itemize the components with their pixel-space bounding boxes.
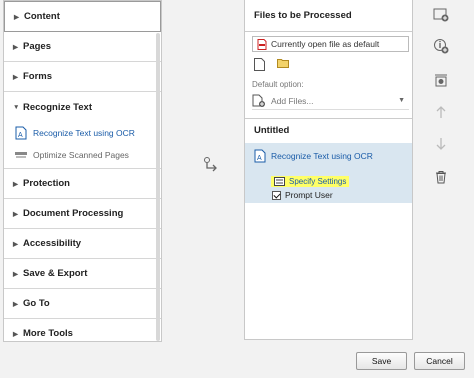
category-recognize-text[interactable]: ▼ Recognize Text (4, 92, 161, 122)
chevron-right-icon: ▶ (13, 180, 18, 188)
move-down-icon[interactable] (432, 135, 450, 153)
category-label: Content (24, 11, 60, 22)
tool-categories-panel: ▶ Content ▶ Pages ▶ Forms ▼ Recognize Te… (3, 0, 162, 342)
files-header: Files to be Processed (245, 0, 412, 32)
tool-label: Recognize Text using OCR (33, 128, 135, 138)
specify-settings-link[interactable]: Specify Settings (271, 176, 350, 187)
checkbox-checked[interactable] (272, 190, 281, 200)
chevron-right-icon: ▶ (13, 330, 18, 338)
category-content[interactable]: ▶ Content (4, 1, 161, 32)
category-label: Pages (23, 41, 51, 52)
folder-icon[interactable] (277, 58, 289, 73)
category-more-tools[interactable]: ▶ More Tools (4, 319, 161, 341)
tool-recognize-text-ocr[interactable]: A Recognize Text using OCR (4, 122, 161, 144)
tool-label: Optimize Scanned Pages (33, 150, 129, 160)
ocr-document-icon: A (254, 149, 266, 163)
move-up-icon[interactable] (432, 103, 450, 121)
category-label: Go To (23, 298, 50, 309)
current-file-label: Currently open file as default (271, 39, 380, 49)
category-label: Accessibility (23, 238, 82, 249)
category-label: More Tools (23, 328, 73, 339)
add-to-action-icon[interactable] (203, 156, 219, 172)
info-add-icon[interactable] (432, 37, 450, 55)
category-forms[interactable]: ▶ Forms (4, 62, 161, 92)
category-document-processing[interactable]: ▶ Document Processing (4, 199, 161, 229)
chevron-right-icon: ▶ (13, 210, 18, 218)
chevron-right-icon: ▶ (13, 240, 18, 248)
action-steps-panel: Files to be Processed Currently open fil… (244, 0, 413, 340)
chevron-right-icon: ▶ (13, 300, 18, 308)
new-document-icon[interactable] (254, 58, 265, 73)
file-source-icons (254, 58, 289, 73)
ocr-document-icon: A (13, 125, 29, 141)
prompt-user-label: Prompt User (285, 190, 333, 200)
tool-optimize-scanned-pages[interactable]: Optimize Scanned Pages (4, 144, 161, 166)
chevron-right-icon: ▶ (13, 270, 18, 278)
category-go-to[interactable]: ▶ Go To (4, 289, 161, 319)
cancel-button[interactable]: Cancel (414, 352, 465, 370)
category-save-export[interactable]: ▶ Save & Export (4, 259, 161, 289)
category-label: Save & Export (23, 268, 88, 279)
save-button[interactable]: Save (356, 352, 407, 370)
category-label: Recognize Text (23, 101, 92, 113)
category-label: Document Processing (23, 208, 124, 219)
add-instruction-step-icon[interactable] (432, 6, 450, 24)
svg-text:A: A (18, 132, 23, 139)
add-files-label: Add Files... (271, 95, 314, 106)
trash-icon[interactable] (432, 168, 450, 186)
chevron-right-icon: ▶ (13, 73, 18, 81)
action-step-ocr[interactable]: A Recognize Text using OCR Specify Setti… (245, 143, 412, 203)
settings-list-icon (274, 177, 285, 186)
action-step-label: Recognize Text using OCR (271, 151, 373, 161)
svg-text:A: A (257, 155, 262, 162)
category-label: Forms (23, 71, 53, 82)
chevron-right-icon: ▶ (13, 43, 18, 51)
prompt-user-checkbox[interactable]: Prompt User (272, 190, 333, 200)
left-panel-scrollbar[interactable] (156, 33, 160, 341)
chevron-down-icon: ▼ (13, 103, 20, 111)
add-panel-icon[interactable] (432, 72, 450, 90)
scanner-icon (13, 147, 29, 163)
add-files-dropdown[interactable]: Add Files... ▼ (252, 92, 409, 110)
category-label: Protection (23, 178, 70, 189)
add-file-icon (252, 94, 265, 107)
current-file-item[interactable]: Currently open file as default (252, 36, 409, 52)
category-pages[interactable]: ▶ Pages (4, 32, 161, 62)
category-accessibility[interactable]: ▶ Accessibility (4, 229, 161, 259)
category-protection[interactable]: ▶ Protection (4, 169, 161, 199)
default-option-label: Default option: (252, 80, 304, 89)
specify-settings-label: Specify Settings (289, 177, 347, 186)
dropdown-caret-icon: ▼ (398, 97, 405, 104)
untitled-header: Untitled (245, 118, 412, 142)
action-step-title[interactable]: A Recognize Text using OCR (254, 149, 373, 163)
recognize-text-group: ▼ Recognize Text A Recognize Text using … (4, 92, 161, 169)
chevron-right-icon: ▶ (14, 13, 19, 21)
pdf-file-icon (257, 38, 267, 50)
